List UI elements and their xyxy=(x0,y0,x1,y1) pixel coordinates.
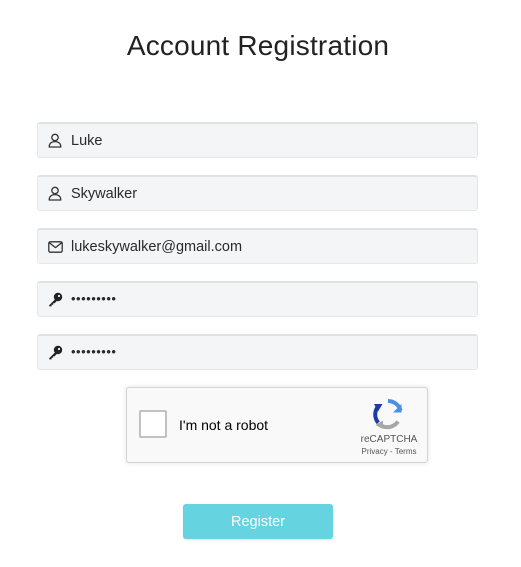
recaptcha-logo-icon xyxy=(372,398,404,430)
recaptcha-link-separator: - xyxy=(387,447,395,456)
user-icon xyxy=(47,133,63,149)
user-icon xyxy=(47,186,63,202)
password-value: ••••••••• xyxy=(71,291,117,306)
first-name-field[interactable]: Luke xyxy=(37,122,478,158)
envelope-icon xyxy=(47,239,63,255)
recaptcha-widget: I'm not a robot reCAPTCHA Privacy - Term… xyxy=(126,387,428,463)
password-field[interactable]: ••••••••• xyxy=(37,281,478,317)
recaptcha-brand: reCAPTCHA xyxy=(360,434,418,445)
page-title: Account Registration xyxy=(126,30,390,61)
first-name-value: Luke xyxy=(71,132,103,149)
recaptcha-terms-link[interactable]: Terms xyxy=(395,447,417,456)
email-field[interactable]: lukeskywalker@gmail.com xyxy=(37,228,478,264)
register-button[interactable]: Register xyxy=(183,504,333,539)
confirm-password-value: ••••••••• xyxy=(71,344,117,359)
recaptcha-privacy-link[interactable]: Privacy xyxy=(362,447,388,456)
recaptcha-links: Privacy - Terms xyxy=(339,447,439,456)
key-icon xyxy=(47,345,63,361)
last-name-value: Skywalker xyxy=(71,185,138,202)
recaptcha-label: I'm not a robot xyxy=(179,417,269,433)
recaptcha-checkbox[interactable] xyxy=(139,410,167,438)
email-value: lukeskywalker@gmail.com xyxy=(71,238,243,255)
key-icon xyxy=(47,292,63,308)
confirm-password-field[interactable]: ••••••••• xyxy=(37,334,478,370)
registration-page: Account Registration Luke Skywalker luke… xyxy=(0,0,521,567)
last-name-field[interactable]: Skywalker xyxy=(37,175,478,211)
